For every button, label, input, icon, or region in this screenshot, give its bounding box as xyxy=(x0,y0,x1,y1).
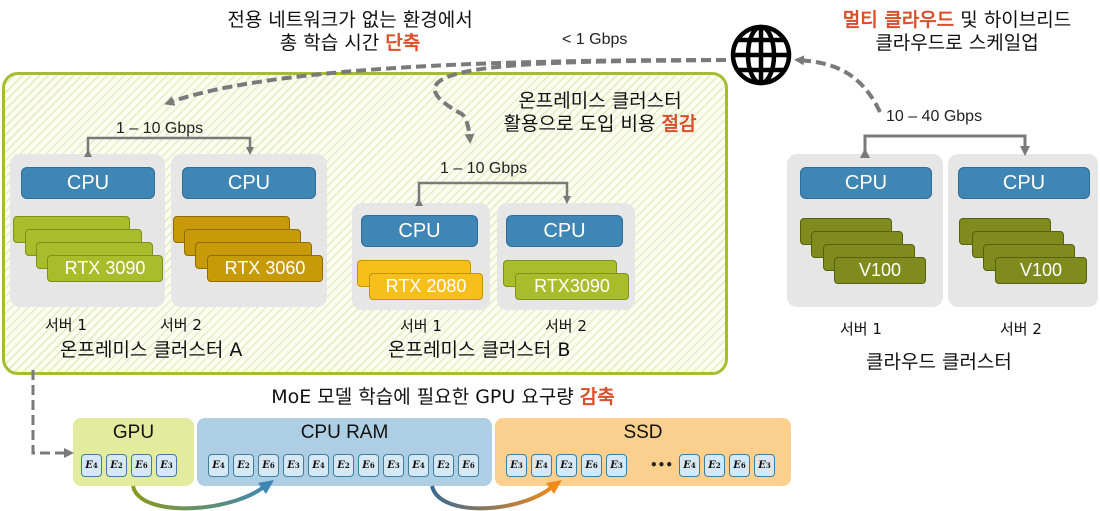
cpu-block: CPU xyxy=(958,167,1090,199)
annotation-text: 총 학습 시간 xyxy=(279,32,386,54)
cloud-link xyxy=(860,134,1030,158)
cluster-b-bandwidth-label: 1 – 10 Gbps xyxy=(440,160,528,177)
expert-tile: E6 xyxy=(358,454,379,477)
expert-tile: E6 xyxy=(729,454,750,477)
ellipsis: ••• xyxy=(650,458,674,472)
expert-tile: E3 xyxy=(754,454,775,477)
gpu-card-label: RTX 3060 xyxy=(207,255,323,282)
highlight-text: 감축 xyxy=(579,386,615,408)
server-label: 서버 1 xyxy=(400,317,442,335)
server-label: 서버 1 xyxy=(840,320,882,338)
internet-bandwidth-label: < 1 Gbps xyxy=(562,31,628,48)
server-label: 서버 1 xyxy=(45,316,87,334)
annotation-text: MoE 모델 학습에 필요한 GPU 요구량 xyxy=(271,386,580,408)
gpu-card-label: V100 xyxy=(834,257,926,284)
annotation-line: 클라우드로 스케일업 xyxy=(875,32,1039,54)
server-b1: CPU RTX 2080 xyxy=(352,203,490,310)
annotation-line: 온프레미스 클러스터 xyxy=(518,90,682,112)
server-label: 서버 2 xyxy=(545,317,587,335)
server-b2: CPU RTX3090 xyxy=(497,203,635,310)
expert-tile: E2 xyxy=(556,454,577,477)
ssd-title: SSD xyxy=(623,422,663,443)
cpu-block: CPU xyxy=(506,215,623,247)
expert-tile: E4 xyxy=(208,454,229,477)
server-cloud1: CPU V100 xyxy=(787,154,943,307)
expert-tile: E2 xyxy=(233,454,254,477)
expert-tile: E3 xyxy=(283,454,304,477)
server-a2: CPU RTX 3060 xyxy=(171,154,327,307)
server-label: 서버 2 xyxy=(1000,320,1042,338)
expert-tile: E4 xyxy=(81,454,102,477)
annotation-line: 전용 네트워크가 없는 환경에서 xyxy=(227,9,473,31)
expert-tile: E3 xyxy=(506,454,527,477)
expert-tile: E4 xyxy=(679,454,700,477)
cpu-block: CPU xyxy=(361,215,478,247)
onprem-cost-annotation: 온프레미스 클러스터 활용으로 도입 비용 절감 xyxy=(480,90,720,136)
highlight-text: 멀티 클라우드 xyxy=(842,9,955,31)
expert-tile: E6 xyxy=(131,454,152,477)
gpu-card-label: RTX 2080 xyxy=(369,273,483,300)
gpu-card-label: RTX 3090 xyxy=(47,255,163,282)
cloud-bandwidth-label: 10 – 40 Gbps xyxy=(886,108,983,125)
expert-tile: E2 xyxy=(106,454,127,477)
gpu-memory-title: GPU xyxy=(112,422,155,443)
cpu-ram-block: CPU RAM E4E2E6E3E4E2E6E3E4E2E6 xyxy=(197,418,492,486)
cloud-cluster-label: 클라우드 클러스터 xyxy=(866,351,1012,373)
cpu-block: CPU xyxy=(800,167,932,199)
cpu-block: CPU xyxy=(182,167,316,199)
annotation-text: 및 하이브리드 xyxy=(954,9,1072,31)
server-a1: CPU RTX 3090 xyxy=(10,154,165,307)
expert-tile: E6 xyxy=(581,454,602,477)
moe-annotation: MoE 모델 학습에 필요한 GPU 요구량 감축 xyxy=(233,386,653,409)
gpu-card-label: V100 xyxy=(995,257,1087,284)
ssd-block: SSD E3E4E2E6E3E4E2E6E3 ••• xyxy=(495,418,791,486)
offload-arrow-gpu-to-ram xyxy=(131,481,270,511)
highlight-text: 절감 xyxy=(661,113,697,135)
expert-tile: E6 xyxy=(258,454,279,477)
cluster-b-label: 온프레미스 클러스터 B xyxy=(388,339,571,361)
offload-arrow-ram-to-ssd xyxy=(430,481,558,511)
annotation-text: 활용으로 도입 비용 xyxy=(503,113,662,135)
cpu-ram-title: CPU RAM xyxy=(300,422,389,443)
gpu-memory-block: GPU E4E2E6E3 xyxy=(73,418,194,486)
expert-tile: E2 xyxy=(333,454,354,477)
expert-tile: E3 xyxy=(156,454,177,477)
server-label: 서버 2 xyxy=(160,316,202,334)
cluster-a-label: 온프레미스 클러스터 A xyxy=(60,339,243,361)
expert-tile: E3 xyxy=(606,454,627,477)
expert-tile: E2 xyxy=(433,454,454,477)
annotation-line: 활용으로 도입 비용 절감 xyxy=(480,113,720,136)
expert-tile: E4 xyxy=(408,454,429,477)
expert-tile: E6 xyxy=(458,454,479,477)
expert-tile: E3 xyxy=(383,454,404,477)
expert-tile: E4 xyxy=(531,454,552,477)
expert-tile: E2 xyxy=(704,454,725,477)
expert-tile: E4 xyxy=(308,454,329,477)
annotation-line: 총 학습 시간 단축 xyxy=(200,32,500,55)
globe-icon xyxy=(730,24,792,86)
network-time-annotation: 전용 네트워크가 없는 환경에서 총 학습 시간 단축 xyxy=(200,9,500,55)
cpu-block: CPU xyxy=(21,167,155,199)
annotation-line: 멀티 클라우드 및 하이브리드 xyxy=(822,9,1092,32)
highlight-text: 단축 xyxy=(385,32,421,54)
cluster-a-bandwidth-label: 1 – 10 Gbps xyxy=(116,120,204,137)
multicloud-annotation: 멀티 클라우드 및 하이브리드 클라우드로 스케일업 xyxy=(822,9,1092,55)
server-cloud2: CPU V100 xyxy=(948,154,1098,307)
gpu-card-label: RTX3090 xyxy=(515,273,629,300)
